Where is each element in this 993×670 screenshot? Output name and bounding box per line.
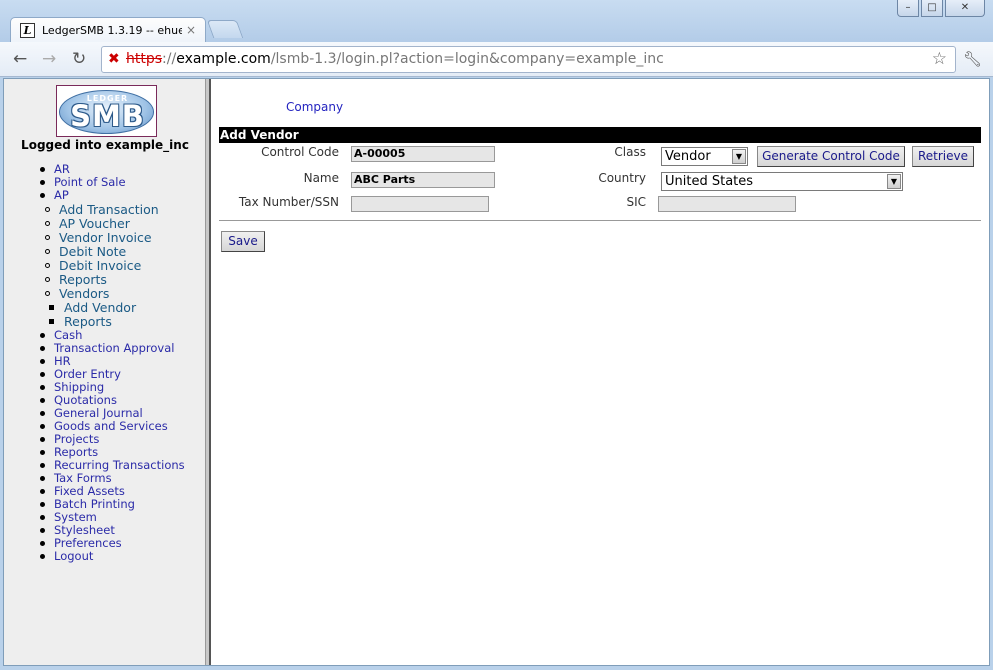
class-label: Class xyxy=(614,145,646,159)
control-code-label: Control Code xyxy=(261,145,339,159)
menu-bullet xyxy=(40,424,45,429)
menu-bullet xyxy=(45,263,50,268)
control-code-field[interactable]: A-00005 xyxy=(351,146,495,162)
menu-bullet xyxy=(40,476,45,481)
tax-number-label: Tax Number/SSN xyxy=(238,195,339,209)
class-select-value: Vendor xyxy=(665,149,711,164)
menu-bullet xyxy=(45,235,50,240)
retrieve-button[interactable]: Retrieve xyxy=(912,146,974,167)
new-tab-button[interactable] xyxy=(206,20,244,38)
menu-bullet xyxy=(40,437,45,442)
menu-bullet xyxy=(45,207,50,212)
login-status: Logged into example_inc xyxy=(21,138,189,152)
menu-bullet xyxy=(40,333,45,338)
menu-bullet xyxy=(40,554,45,559)
ledgersmb-favicon-icon: L xyxy=(20,23,35,38)
sic-label: SIC xyxy=(626,195,646,209)
browser-tab[interactable]: L LedgerSMB 1.3.19 -- ehuelsm × xyxy=(10,17,206,43)
menu-bullet xyxy=(45,291,50,296)
sidebar: LEDGER SMB Logged into example_inc AR Poi… xyxy=(4,79,206,665)
browser-titlebar: L LedgerSMB 1.3.19 -- ehuelsm × – □ ✕ xyxy=(0,0,993,43)
menu-bullet xyxy=(40,502,45,507)
sidebar-item-add-vendor[interactable]: Add Vendor xyxy=(64,301,136,314)
ledgersmb-logo: LEDGER SMB xyxy=(56,85,157,137)
menu-bullet xyxy=(40,489,45,494)
menu-bullet xyxy=(40,385,45,390)
window-controls: – □ ✕ xyxy=(897,0,985,18)
close-window-icon[interactable]: ✕ xyxy=(945,0,985,17)
browser-toolbar: ← → ↻ ✖ https://example.com/lsmb-1.3/log… xyxy=(0,42,993,77)
insecure-lock-icon: ✖ xyxy=(108,51,120,67)
menu-bullet xyxy=(40,193,45,198)
menu-bullet xyxy=(40,528,45,533)
menu-bullet xyxy=(45,249,50,254)
sidebar-item-logout[interactable]: Logout xyxy=(54,550,93,563)
sidebar-item-debit-note[interactable]: Debit Note xyxy=(59,245,126,258)
tab-close-icon[interactable]: × xyxy=(186,23,196,37)
menu-bullet xyxy=(40,450,45,455)
menu-bullet xyxy=(45,277,50,282)
divider xyxy=(219,220,981,222)
country-select[interactable]: United States ▼ xyxy=(661,172,903,191)
chevron-down-icon: ▼ xyxy=(887,174,901,189)
menu-bullet xyxy=(49,305,54,310)
sidebar-item-reports[interactable]: Reports xyxy=(64,315,112,328)
forward-arrow-icon[interactable]: → xyxy=(42,50,56,68)
menu-bullet xyxy=(40,398,45,403)
menu-bullet xyxy=(40,515,45,520)
menu-bullet xyxy=(40,346,45,351)
bookmark-star-icon[interactable]: ☆ xyxy=(932,47,947,72)
name-label: Name xyxy=(303,171,339,185)
tax-number-field[interactable] xyxy=(351,196,489,212)
page-title: Add Vendor xyxy=(219,127,981,143)
menu-bullet xyxy=(40,359,45,364)
sidebar-item-vendors[interactable]: Vendors xyxy=(59,287,109,300)
menu-bullet xyxy=(40,180,45,185)
company-link[interactable]: Company xyxy=(286,100,343,114)
back-arrow-icon[interactable]: ← xyxy=(13,50,27,68)
chevron-down-icon: ▼ xyxy=(732,149,746,164)
sidebar-item-vendor-invoice[interactable]: Vendor Invoice xyxy=(59,231,152,244)
sidebar-item-debit-invoice[interactable]: Debit Invoice xyxy=(59,259,141,272)
address-bar[interactable]: ✖ https://example.com/lsmb-1.3/login.pl?… xyxy=(101,46,956,73)
wrench-icon[interactable]: 🔧︎ xyxy=(963,50,982,68)
tab-title: LedgerSMB 1.3.19 -- ehuelsm xyxy=(42,24,182,37)
menu-bullet xyxy=(40,463,45,468)
class-select[interactable]: Vendor ▼ xyxy=(661,147,748,166)
sic-field[interactable] xyxy=(658,196,796,212)
minimize-icon[interactable]: – xyxy=(897,0,919,17)
menu-bullet xyxy=(40,541,45,546)
maximize-icon[interactable]: □ xyxy=(921,0,943,17)
save-button[interactable]: Save xyxy=(221,231,265,252)
country-label: Country xyxy=(598,171,646,185)
sidebar-item-add-transaction[interactable]: Add Transaction xyxy=(59,203,159,216)
url-text: https://example.com/lsmb-1.3/login.pl?ac… xyxy=(126,51,664,67)
generate-control-code-button[interactable]: Generate Control Code xyxy=(757,146,905,167)
name-field[interactable]: ABC Parts xyxy=(351,172,495,188)
sidebar-item-transaction-approval[interactable]: Transaction Approval xyxy=(54,342,174,355)
sidebar-item-reports[interactable]: Reports xyxy=(59,273,107,286)
menu-bullet xyxy=(40,411,45,416)
sidebar-item-ap[interactable]: AP xyxy=(54,189,69,202)
page-content: LEDGER SMB Logged into example_inc AR Poi… xyxy=(3,78,990,666)
menu-bullet xyxy=(40,167,45,172)
country-select-value: United States xyxy=(665,174,754,189)
reload-icon[interactable]: ↻ xyxy=(72,50,86,68)
menu-bullet xyxy=(45,221,50,226)
menu-bullet xyxy=(40,372,45,377)
menu-bullet xyxy=(49,319,54,324)
sidebar-item-ap-voucher[interactable]: AP Voucher xyxy=(59,217,130,230)
